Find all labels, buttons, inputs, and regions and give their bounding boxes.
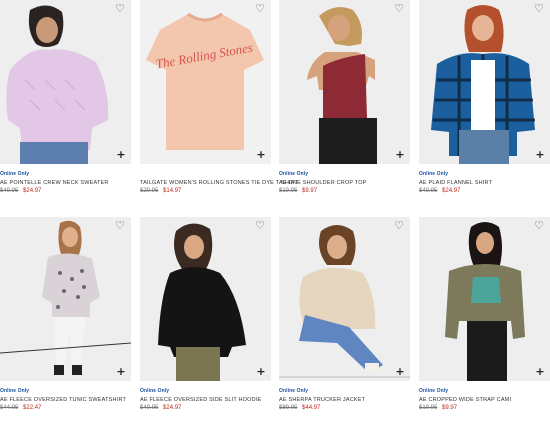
heart-outline-icon[interactable]: ♡ — [393, 3, 405, 15]
plus-icon[interactable]: + — [116, 149, 126, 160]
heart-outline-icon[interactable]: ♡ — [254, 3, 266, 15]
product-card[interactable]: ♡ + Online Only AE Cropped Wide Strap Ca… — [419, 217, 550, 422]
original-price: $49.95 — [419, 188, 438, 194]
heart-outline-icon[interactable]: ♡ — [393, 220, 405, 232]
heart-outline-icon[interactable]: ♡ — [114, 220, 126, 232]
price-row: $44.95 $22.47 — [0, 405, 41, 411]
plus-icon[interactable]: + — [535, 366, 545, 377]
sale-price: $14.97 — [163, 188, 182, 194]
plus-icon[interactable]: + — [395, 149, 405, 160]
product-title[interactable]: AE One Shoulder Crop Top — [279, 180, 367, 186]
product-card[interactable]: The Rolling Stones ♡ + Tailgate Women's … — [140, 0, 298, 205]
online-only-badge: Online Only — [0, 171, 30, 177]
online-only-badge: Online Only — [419, 171, 449, 177]
heart-outline-icon[interactable]: ♡ — [114, 3, 126, 15]
sale-price: $24.97 — [163, 405, 182, 411]
price-row: $49.95 $24.97 — [419, 188, 460, 194]
product-title[interactable]: AE Fleece Oversized Side Slit Hoodie — [140, 397, 261, 403]
online-only-badge: Online Only — [419, 388, 449, 394]
plus-icon[interactable]: + — [395, 366, 405, 377]
plus-icon[interactable]: + — [256, 366, 266, 377]
heart-outline-icon[interactable]: ♡ — [533, 3, 545, 15]
original-price: $19.95 — [419, 405, 438, 411]
product-card[interactable]: ♡ + Online Only AE Pointelle Crew Neck S… — [0, 0, 131, 205]
price-row: $49.95 $24.97 — [0, 188, 41, 194]
sale-price: $22.47 — [23, 405, 42, 411]
product-card[interactable]: ♡ + Online Only AE Fleece Oversized Side… — [140, 217, 271, 422]
product-image[interactable]: The Rolling Stones ♡ + — [140, 0, 271, 164]
product-title[interactable]: AE Cropped Wide Strap Cami — [419, 397, 511, 403]
price-row: $49.95 $24.97 — [140, 405, 181, 411]
sale-price: $24.97 — [442, 188, 461, 194]
product-image[interactable]: ♡ + — [0, 0, 131, 164]
product-title[interactable]: AE Fleece Oversized Tunic Sweatshirt — [0, 397, 126, 403]
original-price: $44.95 — [0, 405, 19, 411]
original-price: $29.95 — [140, 188, 159, 194]
product-image[interactable]: ♡ + — [279, 0, 410, 164]
product-image[interactable]: ♡ + — [140, 217, 271, 381]
heart-outline-icon[interactable]: ♡ — [533, 220, 545, 232]
product-card[interactable]: ♡ + Online Only AE One Shoulder Crop Top… — [279, 0, 410, 205]
original-price: $49.95 — [140, 405, 159, 411]
online-only-badge: Online Only — [140, 388, 170, 394]
price-row: $89.95 $44.97 — [279, 405, 320, 411]
price-row: $29.95 $14.97 — [140, 188, 181, 194]
product-image[interactable]: ♡ + — [279, 217, 410, 381]
online-only-badge: Online Only — [0, 388, 30, 394]
product-card[interactable]: ♡ + Online Only AE Fleece Oversized Tuni… — [0, 217, 131, 422]
sale-price: $9.97 — [442, 405, 458, 411]
original-price: $89.95 — [279, 405, 298, 411]
product-image[interactable]: ♡ + — [419, 217, 550, 381]
online-only-badge: Online Only — [279, 171, 309, 177]
heart-outline-icon[interactable]: ♡ — [254, 220, 266, 232]
product-grid: ♡ + Online Only AE Pointelle Crew Neck S… — [0, 0, 550, 416]
plus-icon[interactable]: + — [535, 149, 545, 160]
product-title[interactable]: AE Sherpa Trucker Jacket — [279, 397, 365, 403]
plus-icon[interactable]: + — [116, 366, 126, 377]
online-only-badge: Online Only — [279, 388, 309, 394]
original-price: $19.95 — [279, 188, 298, 194]
product-image[interactable]: ♡ + — [419, 0, 550, 164]
sale-price: $44.97 — [302, 405, 321, 411]
product-title[interactable]: Tailgate Women's Rolling Stones Tie Dye … — [140, 180, 298, 186]
price-row: $19.95 $9.97 — [279, 188, 317, 194]
sale-price: $24.97 — [23, 188, 42, 194]
product-title[interactable]: AE Pointelle Crew Neck Sweater — [0, 180, 109, 186]
product-card[interactable]: ♡ + Online Only AE Plaid Flannel Shirt $… — [419, 0, 550, 205]
product-image[interactable]: ♡ + — [0, 217, 131, 381]
price-row: $19.95 $9.97 — [419, 405, 457, 411]
original-price: $49.95 — [0, 188, 19, 194]
sale-price: $9.97 — [302, 188, 318, 194]
product-card[interactable]: ♡ + Online Only AE Sherpa Trucker Jacket… — [279, 217, 410, 422]
product-title[interactable]: AE Plaid Flannel Shirt — [419, 180, 492, 186]
plus-icon[interactable]: + — [256, 149, 266, 160]
